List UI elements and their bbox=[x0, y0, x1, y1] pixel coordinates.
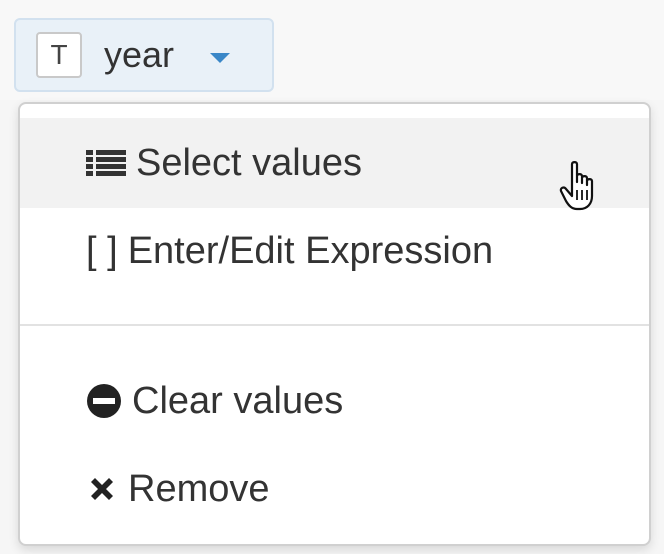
close-icon bbox=[86, 473, 118, 505]
menu-item-label: Clear values bbox=[132, 379, 344, 422]
caret-down-icon[interactable] bbox=[210, 53, 231, 63]
field-dropdown-menu: Select values [ ] Enter/Edit Expression … bbox=[18, 102, 651, 546]
field-name: year bbox=[104, 34, 175, 75]
type-badge: T bbox=[36, 32, 82, 78]
menu-item-remove[interactable]: Remove bbox=[20, 444, 649, 534]
list-icon bbox=[86, 149, 126, 177]
menu-item-label: Remove bbox=[128, 467, 270, 510]
menu-item-enter-edit-expression[interactable]: [ ] Enter/Edit Expression bbox=[20, 206, 649, 296]
hand-pointer-icon bbox=[559, 161, 594, 211]
menu-divider bbox=[20, 324, 649, 326]
brackets-icon: [ ] bbox=[86, 229, 118, 272]
menu-item-select-values[interactable]: Select values bbox=[20, 118, 649, 208]
minus-circle-icon bbox=[86, 383, 122, 419]
menu-item-clear-values[interactable]: Clear values bbox=[20, 356, 649, 446]
field-pill-year[interactable]: T year bbox=[14, 18, 274, 92]
menu-item-label: Select values bbox=[136, 141, 363, 184]
menu-item-label: Enter/Edit Expression bbox=[127, 229, 494, 272]
page: T year Select values [ ] Enter/Edit Expr… bbox=[0, 0, 664, 554]
